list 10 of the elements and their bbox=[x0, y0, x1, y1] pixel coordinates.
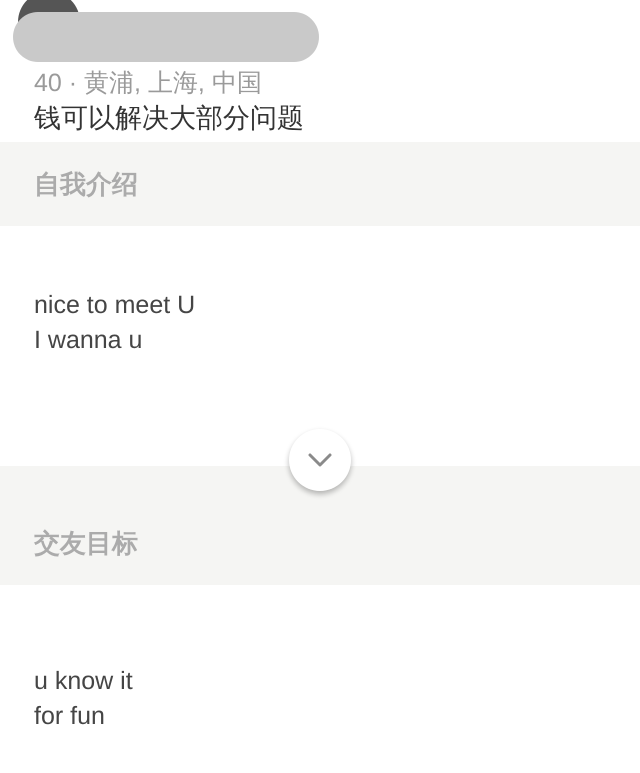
section-text-line: u know it bbox=[34, 666, 133, 697]
chevron-down-icon bbox=[308, 453, 332, 467]
section-text-line: I wanna u bbox=[34, 325, 142, 356]
section-title: 交友目标 bbox=[34, 527, 138, 560]
section-title: 自我介绍 bbox=[34, 168, 138, 201]
expand-toggle-button[interactable] bbox=[289, 429, 351, 491]
age-location-text: 40 · 黄浦, 上海, 中国 bbox=[34, 68, 262, 99]
tagline-text: 钱可以解决大部分问题 bbox=[34, 102, 304, 135]
section-text-line: for fun bbox=[34, 701, 105, 732]
section-text-line: nice to meet U bbox=[34, 290, 196, 321]
